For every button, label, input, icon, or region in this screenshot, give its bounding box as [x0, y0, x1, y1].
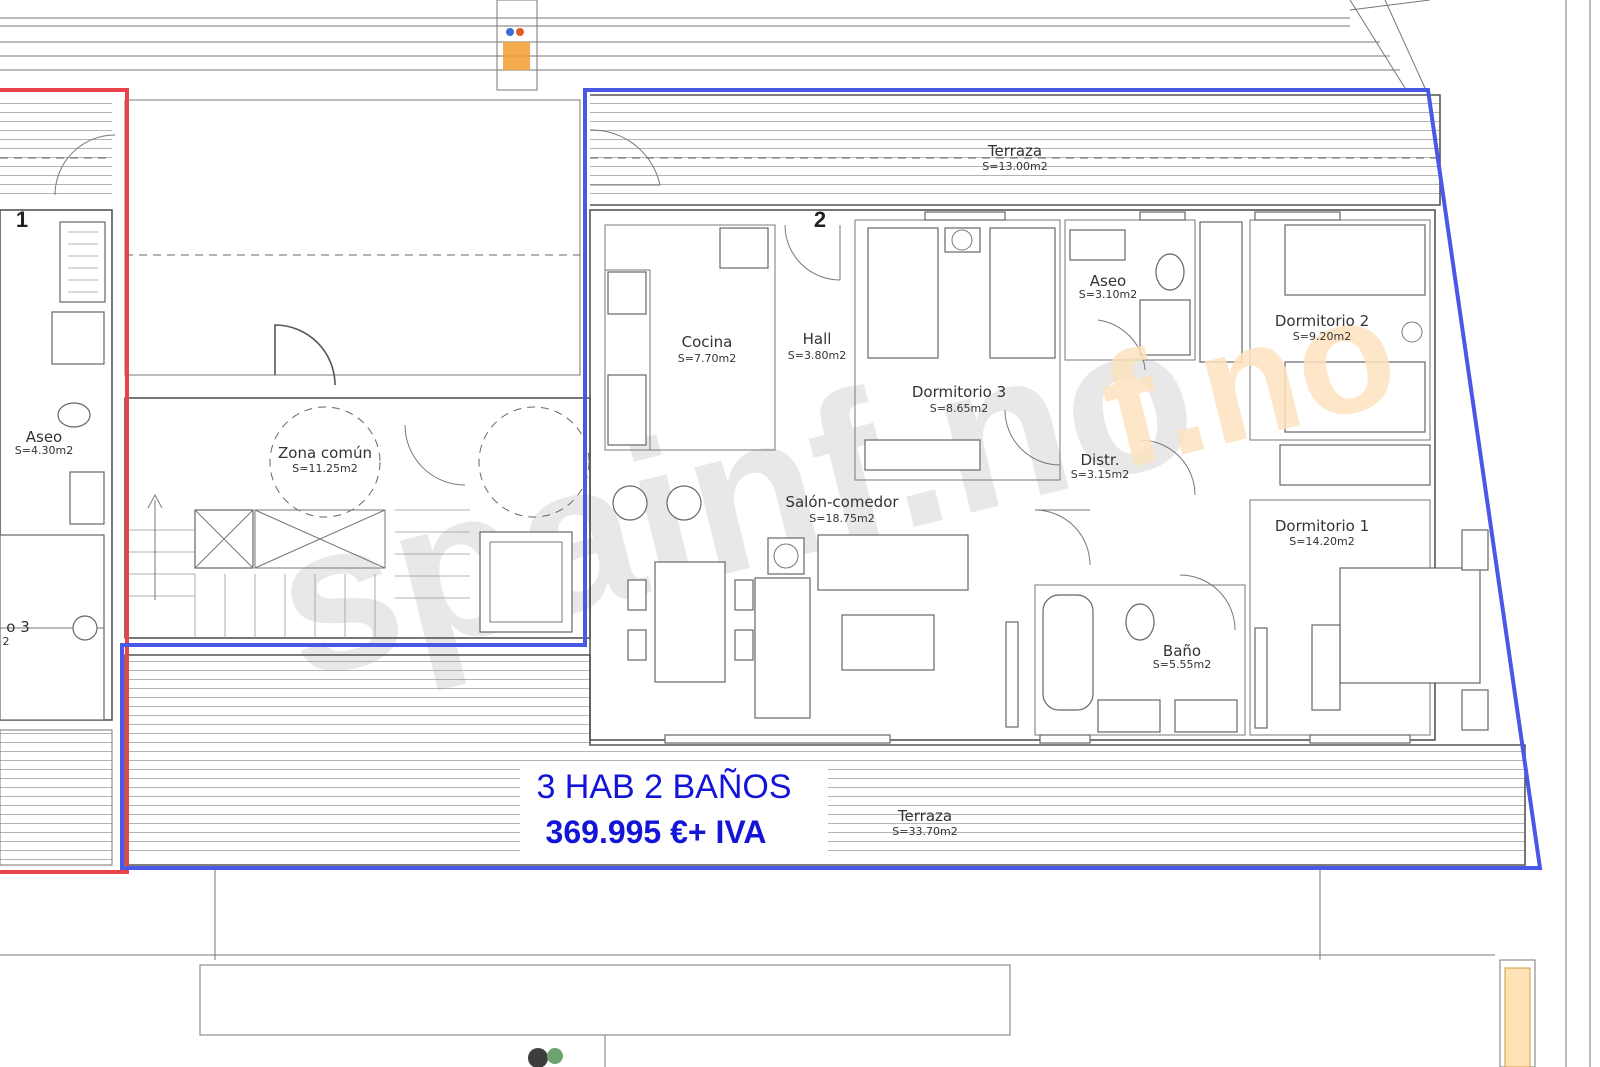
room-aseo-main-area: S=3.10m2	[1079, 288, 1137, 301]
promo-rooms: 3 HAB 2 BAÑOS	[536, 768, 791, 806]
promo-price: 369.995 €+ IVA	[546, 814, 767, 850]
room-bano-area: S=5.55m2	[1153, 658, 1211, 671]
room-dormitorio1-name: Dormitorio 1	[1275, 517, 1369, 535]
room-distr-area: S=3.15m2	[1071, 468, 1129, 481]
floor-plan: spainf.no f.no 1 2 Terraza S=13.00m2 Coc…	[0, 0, 1591, 1067]
room-distr-name: Distr.	[1081, 451, 1120, 469]
room-dormitorio2-name: Dormitorio 2	[1275, 312, 1369, 330]
room-terraza-top-area: S=13.00m2	[982, 160, 1047, 173]
room-hall-name: Hall	[803, 330, 832, 348]
room-dormitorio3-area: S=8.65m2	[930, 402, 988, 415]
room-hall-area: S=3.80m2	[788, 349, 846, 362]
unit-number-left: 1	[16, 207, 28, 232]
room-terraza-bottom-area: S=33.70m2	[892, 825, 957, 838]
room-salon-area: S=18.75m2	[809, 512, 874, 525]
room-cocina-area: S=7.70m2	[678, 352, 736, 365]
room-dorm-left-area: 2	[3, 635, 10, 648]
room-dorm-left-name: o 3	[6, 618, 30, 636]
room-dormitorio3-name: Dormitorio 3	[912, 383, 1006, 401]
room-dormitorio2-area: S=9.20m2	[1293, 330, 1351, 343]
room-zona-comun-name: Zona común	[278, 444, 372, 462]
room-aseo-left-area: S=4.30m2	[15, 444, 73, 457]
room-cocina-name: Cocina	[682, 333, 733, 351]
room-terraza-bottom-name: Terraza	[897, 807, 952, 825]
room-zona-comun-area: S=11.25m2	[292, 462, 357, 475]
promo-box: 3 HAB 2 BAÑOS 369.995 €+ IVA	[520, 762, 828, 852]
room-dormitorio1-area: S=14.20m2	[1289, 535, 1354, 548]
room-terraza-top-name: Terraza	[987, 142, 1042, 160]
room-salon-name: Salón-comedor	[785, 493, 899, 511]
unit-number-main: 2	[814, 207, 826, 232]
